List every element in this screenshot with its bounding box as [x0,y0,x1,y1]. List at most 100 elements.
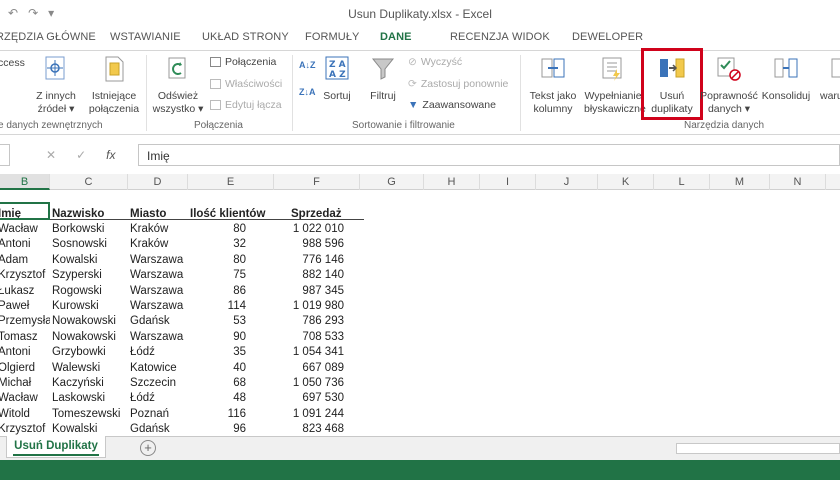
table-cell[interactable]: Rogowski [52,284,130,299]
column-header[interactable]: C [50,174,128,190]
table-cell[interactable]: 823 468 [274,422,344,437]
table-cell[interactable]: Przemysła [0,314,50,329]
table-cell[interactable]: Łukasz [0,284,50,299]
table-cell[interactable]: Nowakowski [52,330,130,345]
horizontal-scrollbar[interactable] [676,443,840,454]
tab-dane[interactable]: DANE [380,31,412,43]
table-cell[interactable]: Walewski [52,361,130,376]
advanced-filter-button[interactable]: ▼ Zaawansowane [408,99,496,111]
table-cell[interactable]: Warszawa [130,330,190,345]
column-header[interactable]: I [480,174,536,190]
tab-widok[interactable]: WIDOK [512,31,550,43]
table-cell[interactable]: Borkowski [52,222,130,237]
tab-wstawianie[interactable]: WSTAWIANIE [110,31,181,43]
table-cell[interactable]: Antoni [0,345,50,360]
refresh-all-button[interactable]: Odśwież wszystko ▾ [150,55,206,116]
from-other-sources-button[interactable]: Z innych źródeł ▾ [34,55,78,116]
consolidate-button[interactable]: Konsoliduj [758,55,814,103]
table-cell[interactable]: Wacław [0,391,50,406]
table-cell[interactable]: 1 091 244 [274,407,344,422]
table-cell[interactable]: Kowalski [52,422,130,437]
table-cell[interactable]: Paweł [0,299,50,314]
filter-button[interactable]: Filtruj [362,55,404,103]
existing-connections-button[interactable]: Istniejące połączenia [86,55,142,116]
sheet-tab-usun-duplikaty[interactable]: Usuń Duplikaty [6,436,106,458]
table-cell[interactable]: 40 [190,361,246,376]
table-cell[interactable]: Poznań [130,407,190,422]
data-validation-button[interactable]: Poprawność danych ▾ [700,55,758,116]
properties-button[interactable]: Właściwości [210,78,282,90]
insert-function-icon[interactable]: fx [106,148,115,162]
column-header[interactable]: F [274,174,360,190]
table-cell[interactable]: Szczecin [130,376,190,391]
table-cell[interactable]: 32 [190,237,246,252]
column-header[interactable]: J [536,174,598,190]
table-cell[interactable]: Antoni [0,237,50,252]
table-cell[interactable]: 697 530 [274,391,344,406]
flash-fill-button[interactable]: Wypełnianie błyskawiczne [584,55,646,116]
name-box[interactable] [0,144,10,166]
table-cell[interactable]: 882 140 [274,268,344,283]
sort-button[interactable]: Z AA Z Sortuj [320,55,354,103]
formula-input[interactable]: Imię [138,144,840,166]
table-cell[interactable]: 667 089 [274,361,344,376]
table-cell[interactable]: Szyperski [52,268,130,283]
enter-icon[interactable]: ✓ [76,148,86,162]
table-cell[interactable]: Kaczyński [52,376,130,391]
tab-recenzja[interactable]: RECENZJA [450,31,509,43]
table-cell[interactable]: 708 533 [274,330,344,345]
tab-deweloper[interactable]: DEWELOPER [572,31,643,43]
reapply-button[interactable]: ⟳ Zastosuj ponownie [408,78,508,90]
table-cell[interactable]: 80 [190,253,246,268]
table-cell[interactable]: Kowalski [52,253,130,268]
table-cell[interactable]: Kraków [130,222,190,237]
table-cell[interactable]: Warszawa [130,284,190,299]
sort-za-button[interactable]: Z↓A [299,87,316,97]
edit-links-button[interactable]: Edytuj łącza [210,99,282,111]
text-to-columns-button[interactable]: Tekst jako kolumny [524,55,582,116]
table-cell[interactable]: Tomeszewski [52,407,130,422]
table-cell[interactable]: 776 146 [274,253,344,268]
table-cell[interactable]: 1 054 341 [274,345,344,360]
add-sheet-icon[interactable]: + [140,440,156,456]
access-button[interactable]: ccess [0,57,25,69]
table-cell[interactable]: Wacław [0,222,50,237]
table-cell[interactable]: Kurowski [52,299,130,314]
table-cell[interactable]: Katowice [130,361,190,376]
table-cell[interactable]: 786 293 [274,314,344,329]
table-cell[interactable]: 68 [190,376,246,391]
table-cell[interactable]: Kraków [130,237,190,252]
table-cell[interactable]: Sosnowski [52,237,130,252]
tab-uklad-strony[interactable]: UKŁAD STRONY [202,31,289,43]
tab-narzedzia-glowne[interactable]: RZĘDZIA GŁÓWNE [0,31,96,43]
table-cell[interactable]: 90 [190,330,246,345]
connections-button[interactable]: Połączenia [210,56,276,68]
table-cell[interactable]: 1 022 010 [274,222,344,237]
table-cell[interactable]: Gdańsk [130,314,190,329]
column-header[interactable]: M [710,174,770,190]
table-cell[interactable]: Witold [0,407,50,422]
table-cell[interactable]: Warszawa [130,268,190,283]
column-header[interactable]: D [128,174,188,190]
table-cell[interactable]: Warszawa [130,253,190,268]
column-header[interactable]: G [360,174,424,190]
table-cell[interactable]: Krzysztof [0,422,50,437]
column-header[interactable]: B [0,174,50,190]
what-if-analysis-button[interactable]: warun [812,55,840,103]
column-header[interactable]: E [188,174,274,190]
table-cell[interactable]: 80 [190,222,246,237]
sort-az-button[interactable]: A↓Z [299,61,316,70]
column-header[interactable]: H [424,174,480,190]
column-header[interactable]: L [654,174,710,190]
table-cell[interactable]: 1 050 736 [274,376,344,391]
table-cell[interactable]: 114 [190,299,246,314]
tab-formuly[interactable]: FORMUŁY [305,31,359,43]
table-cell[interactable]: Gdańsk [130,422,190,437]
table-cell[interactable]: Tomasz [0,330,50,345]
table-cell[interactable]: Grzybowki [52,345,130,360]
column-header[interactable]: N [770,174,826,190]
column-header[interactable]: K [598,174,654,190]
table-cell[interactable]: Laskowski [52,391,130,406]
table-cell[interactable]: 35 [190,345,246,360]
table-cell[interactable]: Adam [0,253,50,268]
